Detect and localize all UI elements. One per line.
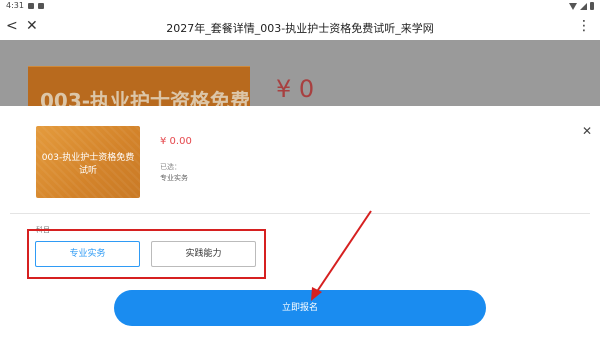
battery-icon — [590, 2, 594, 10]
option-professional-practice[interactable]: 专业实务 — [35, 241, 140, 267]
package-select-sheet: ✕ 003-执业护士资格免费试听 ¥ 0.00 已选： 专业实务 科目 专业实务… — [0, 106, 600, 338]
status-time: 4:31 — [6, 1, 24, 10]
notification-icon — [38, 3, 44, 9]
background-course-cover: 003-执业护士资格免费 — [28, 66, 250, 106]
close-page-icon[interactable]: ✕ — [26, 18, 38, 34]
option-practical-ability[interactable]: 实践能力 — [151, 241, 256, 267]
cover-title: 003-执业护士资格免费试听 — [41, 153, 135, 176]
divider — [10, 213, 590, 214]
course-price: ¥ 0.00 — [160, 136, 192, 147]
back-icon[interactable]: < — [6, 18, 18, 34]
status-bar: 4:31 — [0, 0, 600, 13]
title-bar: < ✕ 2027年_套餐详情_003-执业护士资格免费试听_来学网 ⋮ — [0, 13, 600, 40]
selected-value: 专业实务 — [160, 174, 188, 182]
course-cover: 003-执业护士资格免费试听 — [36, 126, 140, 198]
close-icon[interactable]: ✕ — [582, 124, 592, 138]
signup-button[interactable]: 立即报名 — [114, 290, 486, 326]
signal-icon — [580, 2, 587, 10]
selected-label: 已选： — [160, 163, 181, 171]
background-overlay[interactable]: 003-执业护士资格免费 ¥ 0 — [0, 40, 600, 106]
wifi-icon — [569, 2, 577, 10]
more-menu-icon[interactable]: ⋮ — [577, 18, 591, 34]
gallery-icon — [28, 3, 34, 9]
background-price-text: ¥ 0 — [276, 75, 315, 103]
page-title: 2027年_套餐详情_003-执业护士资格免费试听_来学网 — [166, 22, 434, 35]
system-icons — [569, 2, 594, 10]
notification-icons — [28, 3, 44, 9]
background-cover-text: 003-执业护士资格免费 — [40, 89, 251, 106]
background-price: ¥ 0 — [276, 75, 314, 103]
